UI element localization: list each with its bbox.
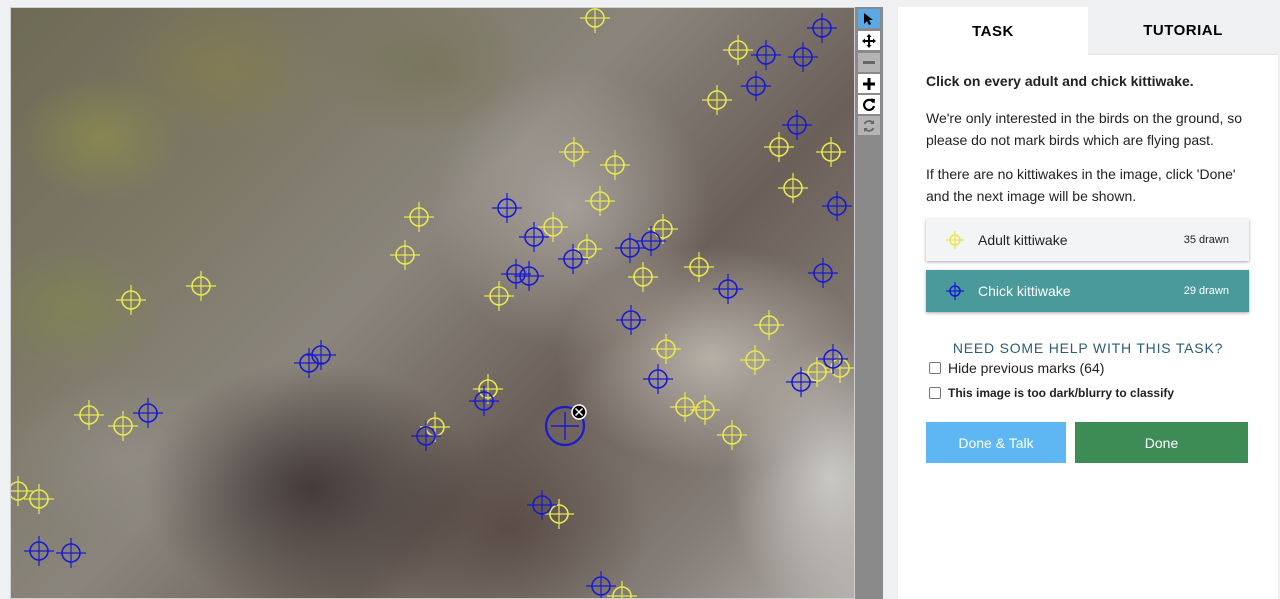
point-mark[interactable] [527, 490, 557, 520]
point-mark[interactable] [580, 8, 610, 33]
adult-kittiwake-tool[interactable]: Adult kittiwake 35 drawn [926, 219, 1249, 261]
image-toolbar [855, 7, 883, 599]
point-mark[interactable] [586, 571, 616, 599]
point-mark[interactable] [788, 42, 818, 72]
zoom-out-button[interactable] [858, 53, 880, 72]
point-mark[interactable] [607, 581, 637, 599]
app-root: TASK TUTORIAL Click on every adult and c… [0, 0, 1280, 599]
point-mark[interactable] [808, 258, 838, 288]
point-mark[interactable] [717, 420, 747, 450]
point-mark[interactable] [702, 85, 732, 115]
action-buttons: Done & Talk Done [926, 422, 1250, 463]
done-and-talk-button[interactable]: Done & Talk [926, 422, 1066, 463]
zoom-in-icon [863, 77, 875, 90]
point-mark[interactable] [186, 271, 216, 301]
marks-layer[interactable] [11, 8, 855, 599]
point-mark[interactable] [636, 226, 666, 256]
chick-kittiwake-count: 29 drawn [1183, 285, 1229, 297]
point-mark[interactable] [615, 233, 645, 263]
point-mark[interactable] [822, 191, 852, 221]
point-mark[interactable] [616, 305, 646, 335]
point-mark[interactable] [751, 40, 781, 70]
point-mark[interactable] [764, 132, 794, 162]
too-dark-option[interactable]: This image is too dark/blurry to classif… [926, 386, 1250, 400]
help-link[interactable]: NEED SOME HELP WITH THIS TASK? [926, 340, 1250, 356]
crosshair-icon [944, 280, 966, 302]
point-mark[interactable] [643, 364, 673, 394]
point-mark[interactable] [723, 35, 753, 65]
point-mark[interactable] [56, 538, 86, 568]
too-dark-checkbox[interactable] [929, 387, 941, 399]
reset-icon [863, 119, 875, 132]
too-dark-label: This image is too dark/blurry to classif… [948, 386, 1175, 400]
chick-kittiwake-tool[interactable]: Chick kittiwake 29 drawn [926, 270, 1249, 312]
point-mark[interactable] [24, 536, 54, 566]
point-mark[interactable] [600, 150, 630, 180]
point-mark[interactable] [778, 173, 808, 203]
point-mark[interactable] [74, 400, 104, 430]
point-mark[interactable] [492, 193, 522, 223]
point-mark[interactable] [628, 262, 658, 292]
point-mark[interactable] [133, 398, 163, 428]
point-mark[interactable] [740, 345, 770, 375]
point-mark[interactable] [651, 334, 681, 364]
task-instruction-1: We're only interested in the birds on th… [926, 110, 1243, 148]
adult-kittiwake-label: Adult kittiwake [978, 232, 1068, 248]
task-instruction-2: If there are no kittiwakes in the image,… [926, 166, 1236, 204]
point-mark[interactable] [469, 386, 499, 416]
point-mark[interactable] [484, 281, 514, 311]
point-mark[interactable] [108, 411, 138, 441]
point-mark[interactable] [741, 71, 771, 101]
pointer-tool-button[interactable] [858, 9, 880, 28]
point-mark[interactable] [807, 13, 837, 43]
chick-kittiwake-label: Chick kittiwake [978, 283, 1071, 299]
point-mark[interactable] [670, 392, 700, 422]
point-mark[interactable] [559, 137, 589, 167]
point-mark[interactable] [24, 484, 54, 514]
move-icon [862, 33, 876, 48]
hide-marks-checkbox[interactable] [929, 362, 941, 374]
reset-button[interactable] [858, 116, 880, 135]
point-mark[interactable] [648, 214, 678, 244]
tab-task[interactable]: TASK [898, 7, 1088, 55]
rotate-button[interactable] [858, 95, 880, 114]
point-mark[interactable] [390, 240, 420, 270]
point-mark[interactable] [404, 202, 434, 232]
point-mark[interactable] [816, 137, 846, 167]
zoom-out-icon [863, 60, 875, 64]
tab-tutorial[interactable]: TUTORIAL [1088, 7, 1278, 55]
rotate-icon [863, 98, 876, 111]
task-content: Click on every adult and chick kittiwake… [898, 55, 1278, 463]
done-button[interactable]: Done [1075, 422, 1248, 463]
delete-mark-icon[interactable] [571, 404, 587, 420]
point-mark[interactable] [473, 374, 503, 404]
point-mark[interactable] [306, 340, 336, 370]
pointer-icon [864, 12, 873, 25]
point-mark[interactable] [544, 499, 574, 529]
point-mark[interactable] [585, 186, 615, 216]
move-tool-button[interactable] [858, 31, 880, 50]
point-mark[interactable] [684, 252, 714, 282]
point-mark[interactable] [116, 285, 146, 315]
point-mark[interactable] [713, 274, 743, 304]
point-mark[interactable] [294, 348, 324, 378]
adult-kittiwake-count: 35 drawn [1183, 234, 1229, 246]
crosshair-icon [944, 229, 966, 251]
task-question: Click on every adult and chick kittiwake… [926, 73, 1194, 89]
point-mark[interactable] [690, 395, 720, 425]
hide-marks-label: Hide previous marks (64) [948, 360, 1105, 376]
hide-marks-option[interactable]: Hide previous marks (64) [926, 360, 1250, 376]
point-mark[interactable] [754, 310, 784, 340]
panel-tabs: TASK TUTORIAL [898, 7, 1278, 55]
task-panel: TASK TUTORIAL Click on every adult and c… [898, 7, 1278, 599]
point-mark[interactable] [818, 344, 848, 374]
zoom-in-button[interactable] [858, 74, 880, 93]
point-mark[interactable] [782, 110, 812, 140]
point-mark[interactable] [411, 421, 441, 451]
subject-image-viewer[interactable] [10, 7, 855, 599]
